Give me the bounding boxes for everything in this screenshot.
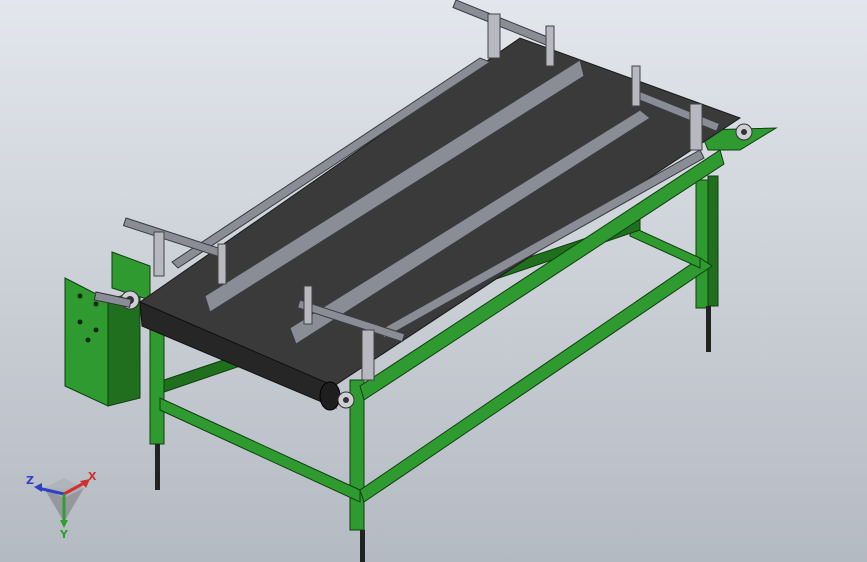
guide-post (361, 329, 375, 381)
guide-post (303, 285, 313, 325)
lower-stretcher (159, 397, 361, 503)
cross-bar (452, 0, 550, 46)
cross-bar (122, 217, 222, 258)
foot-bolt (360, 530, 365, 562)
guide-post (487, 13, 501, 59)
foot-bolt (155, 444, 160, 490)
guide-post (689, 103, 703, 151)
guide-post (631, 65, 641, 107)
foot-bolt (706, 306, 711, 352)
conveyor-3d-model[interactable] (0, 0, 867, 562)
guide-post (153, 231, 165, 277)
guide-post (217, 243, 227, 285)
lower-stretcher (629, 225, 701, 269)
guide-post (545, 25, 555, 67)
frame-leg (149, 329, 165, 445)
frame-leg (707, 175, 719, 307)
graphics-viewport[interactable]: X Z Y (0, 0, 867, 562)
